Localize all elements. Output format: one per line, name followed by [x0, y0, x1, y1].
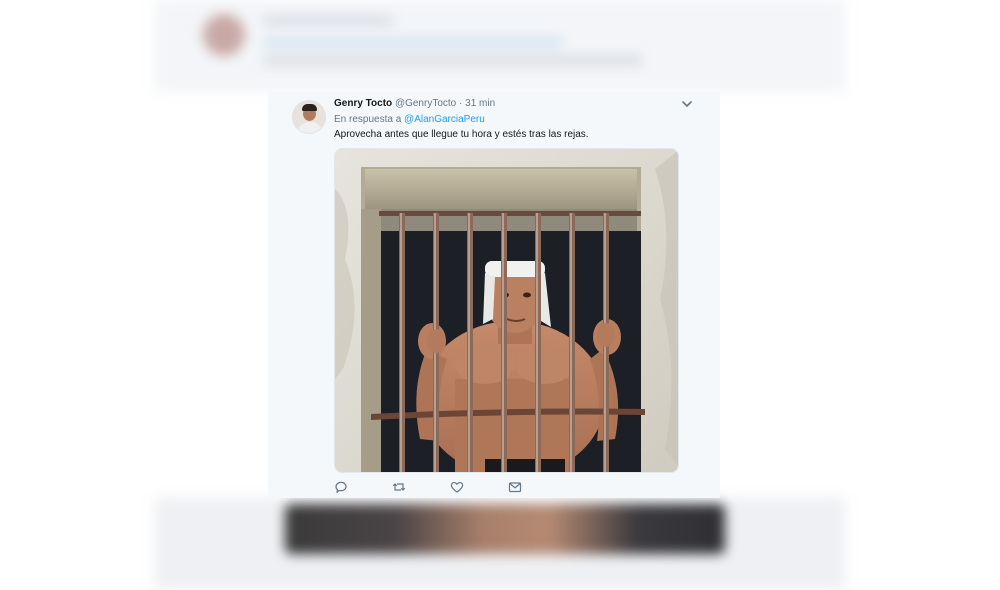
avatar-hair [302, 104, 317, 111]
timestamp[interactable]: 31 min [465, 98, 495, 109]
avatar-body [297, 122, 323, 133]
display-name[interactable]: Genry Tocto [334, 98, 392, 109]
tweet-card[interactable]: Genry Tocto @GenryTocto · 31 min En resp… [268, 92, 720, 498]
mail-icon[interactable] [508, 480, 522, 494]
blurred-avatar [203, 14, 245, 56]
blurred-line [263, 56, 643, 65]
reply-context: En respuesta a @AlanGarciaPeru [334, 114, 485, 125]
reply-prefix: En respuesta a [334, 114, 402, 125]
blurred-previous-tweet [155, 0, 845, 92]
reply-icon[interactable] [334, 480, 348, 494]
username[interactable]: @GenryTocto [395, 98, 456, 109]
separator: · [459, 98, 463, 109]
tweet-header: Genry Tocto @GenryTocto · 31 min [334, 98, 495, 109]
tweet-text: Aprovecha antes que llegue tu hora y est… [334, 129, 589, 140]
heart-icon[interactable] [450, 480, 464, 494]
avatar[interactable] [292, 100, 326, 134]
blurred-line [263, 38, 563, 47]
tweet-photo[interactable] [334, 148, 679, 473]
blurred-next-tweet [155, 498, 845, 590]
retweet-icon[interactable] [392, 480, 406, 494]
chevron-down-icon[interactable] [682, 100, 692, 108]
blurred-image [285, 504, 725, 554]
jail-window-photo [335, 149, 678, 472]
reply-mention-link[interactable]: @AlanGarciaPeru [404, 114, 485, 125]
blurred-line [263, 16, 393, 25]
